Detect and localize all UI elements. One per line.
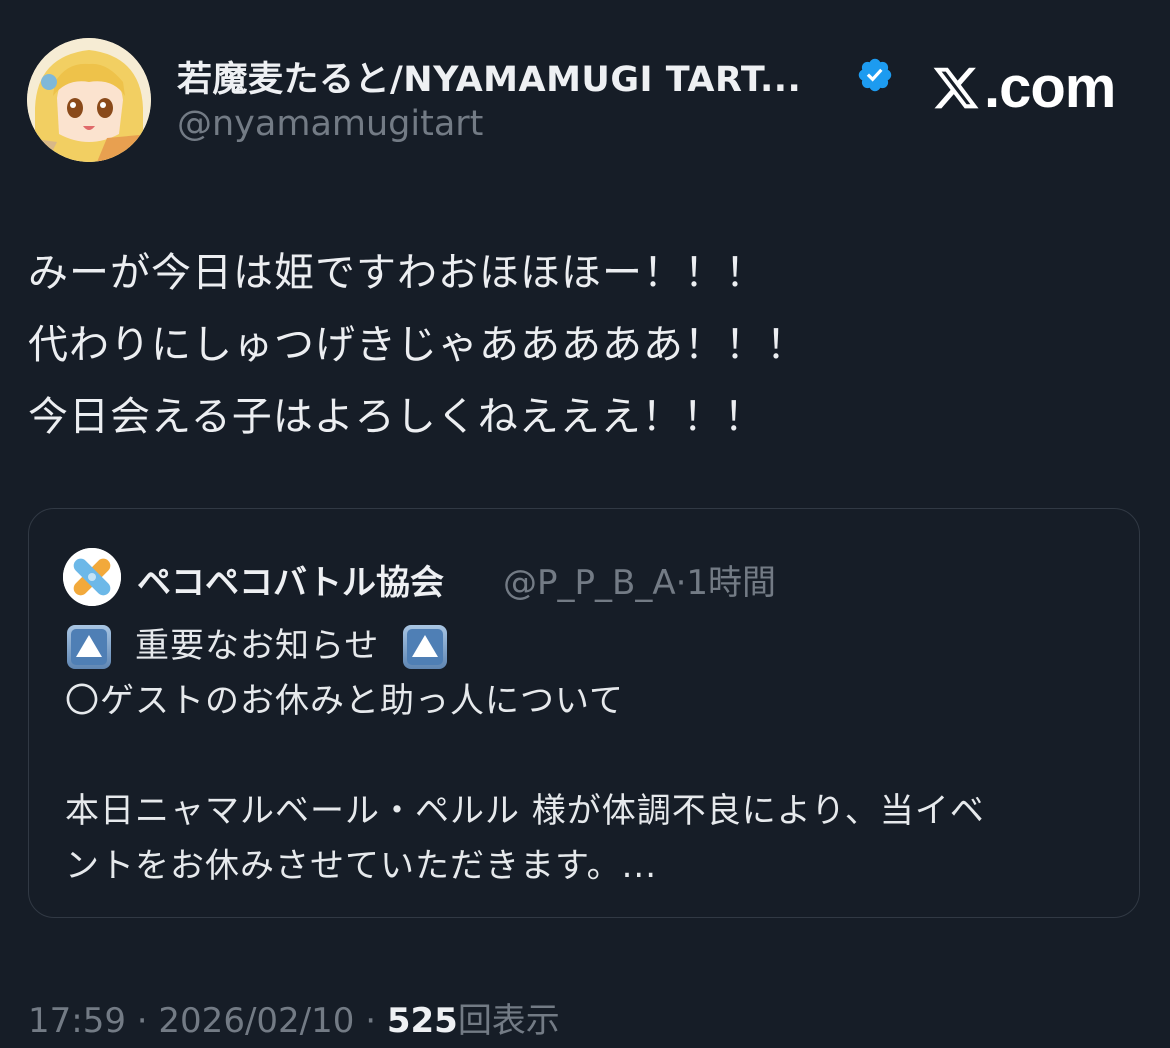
quote-title: 重要なお知らせ [135,626,380,666]
tweet-line: 今日会える子はよろしくねえええ！！！ [28,394,765,440]
author-display-name[interactable]: 若魔麦たると/NYAMAMUGI TART... [177,51,801,102]
author-handle[interactable]: @nyamamugitart [177,104,483,144]
quote-body-line: ントをお休みさせていただきます。... [65,846,658,886]
tweet-time: 17:59 [28,1001,126,1041]
quote-handle: @P_P_B_A [503,563,676,603]
quote-subtitle: 〇ゲストのお休みと助っ人について [65,681,624,721]
meta-separator: · [354,1001,387,1041]
bandage-logo-icon [63,548,121,606]
tweet-body: みーが今日は姫ですわおほほほー！！！ 代わりにしゅつげきじゃあああああ！！！ 今… [28,237,1148,453]
brand-domain-text: .com [984,55,1116,120]
tweet-line: みーが今日は姫ですわおほほほー！！！ [28,250,766,296]
quote-title-line: 重要なお知らせ [65,619,985,674]
verified-badge-icon [858,58,892,92]
tweet-meta: 17:59 · 2026/02/10 · 525回表示 [28,993,560,1042]
quote-separator: · [675,563,687,603]
quote-body-line: 本日ニャマルベール・ペルル 様が体調不良により、当イベ [65,791,985,831]
up-arrow-button-icon [67,624,111,669]
quote-author-avatar[interactable] [63,548,121,606]
quote-blank-line [65,729,985,784]
anime-girl-avatar-icon [27,38,151,162]
quote-body: 重要なお知らせ 〇ゲストのお休みと助っ人について 本日ニャマルベール・ペルル 様… [65,619,985,894]
quoted-tweet-card[interactable]: ペコペコバトル協会 @P_P_B_A·1時間 重要なお知らせ 〇ゲストのお休みと… [28,508,1140,918]
tweet-screenshot: 若魔麦たると/NYAMAMUGI TART... @nyamamugitart … [0,0,1170,1048]
tweet-line: 代わりにしゅつげきじゃあああああ！！！ [28,322,807,368]
quote-handle-time: @P_P_B_A·1時間 [503,555,776,604]
up-arrow-button-icon [403,624,448,669]
author-avatar[interactable] [27,38,151,162]
quote-display-name: ペコペコバトル協会 [137,563,445,603]
quote-time: 1時間 [686,563,777,603]
meta-separator: · [125,1001,159,1041]
x-com-brand[interactable]: .com [930,55,1116,120]
x-logo-icon [933,67,979,109]
tweet-date: 2026/02/10 [158,1001,355,1041]
view-count-label: 回表示 [457,1001,560,1041]
view-count: 525 [386,1001,458,1041]
